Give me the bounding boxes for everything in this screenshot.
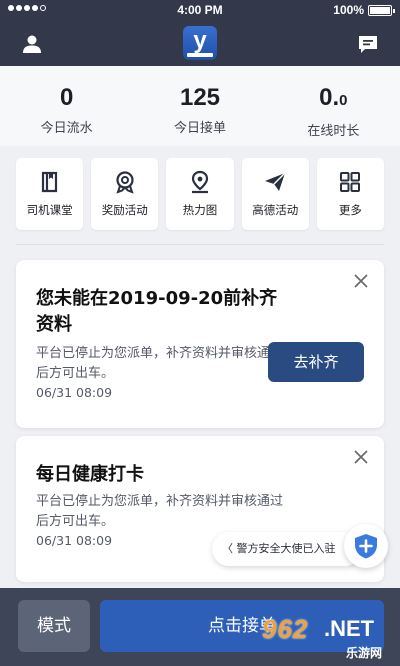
nav-row: y bbox=[0, 26, 400, 62]
complete-documents-button[interactable]: 去补齐 bbox=[268, 342, 364, 382]
stat-online-time[interactable]: 0.0 在线时长 bbox=[267, 66, 400, 146]
close-icon[interactable] bbox=[354, 274, 368, 288]
stat-value: 0 bbox=[59, 84, 74, 111]
stats-panel: 0 今日流水 125 今日接单 0.0 在线时长 bbox=[0, 66, 400, 146]
action-more[interactable]: 更多 bbox=[316, 158, 385, 230]
close-icon[interactable] bbox=[354, 450, 368, 464]
card-timestamp: 06/31 08:09 bbox=[36, 533, 113, 548]
stat-daily-orders[interactable]: 125 今日接单 bbox=[133, 66, 266, 146]
stat-value: 0. bbox=[319, 84, 340, 111]
paper-plane-icon bbox=[265, 172, 286, 191]
watermark-net: .NET bbox=[324, 616, 375, 641]
shield-icon bbox=[355, 534, 377, 559]
card-timestamp: 06/31 08:09 bbox=[36, 385, 113, 400]
location-pin-icon bbox=[191, 170, 209, 194]
status-bar: 4:00 PM 100% bbox=[0, 0, 400, 20]
top-header: 4:00 PM 100% y bbox=[0, 0, 400, 66]
stat-label: 今日接单 bbox=[173, 121, 226, 136]
action-rewards[interactable]: 奖励活动 bbox=[91, 158, 159, 230]
notice-card-documents: 您未能在2019-09-20前补齐资料 平台已停止为您派单，补齐资料并审核通过后… bbox=[16, 260, 384, 428]
message-icon[interactable] bbox=[356, 32, 380, 56]
stat-value: 125 bbox=[179, 84, 221, 111]
stat-value-decimal: 0 bbox=[339, 92, 348, 109]
action-driver-class[interactable]: 司机课堂 bbox=[16, 158, 84, 230]
action-label: 司机课堂 bbox=[26, 203, 73, 217]
watermark-site: 乐游网 bbox=[346, 646, 383, 660]
card-title: 每日健康打卡 bbox=[36, 464, 144, 485]
grid-icon bbox=[340, 172, 361, 192]
action-label: 热力图 bbox=[182, 203, 218, 217]
site-watermark: 962 .NET 乐游网 bbox=[262, 614, 394, 662]
action-label: 奖励活动 bbox=[101, 203, 148, 217]
stat-label: 今日流水 bbox=[40, 121, 93, 136]
card-title: 您未能在2019-09-20前补齐资料 bbox=[36, 288, 278, 335]
battery-icon bbox=[368, 5, 395, 16]
police-safety-chip[interactable]: 〈 警方安全大使已入驻 bbox=[212, 532, 362, 566]
watermark-number: 962 bbox=[262, 614, 309, 644]
action-heatmap[interactable]: 热力图 bbox=[166, 158, 234, 230]
quick-actions: 司机课堂 奖励活动 热力图 高德活动 更多 bbox=[16, 158, 385, 230]
app-logo: y bbox=[183, 26, 217, 60]
action-label: 高德活动 bbox=[252, 203, 299, 217]
card-description: 平台已停止为您派单，补齐资料并审核通过后方可出车。 bbox=[36, 494, 284, 529]
action-amap-events[interactable]: 高德活动 bbox=[241, 158, 309, 230]
mode-button[interactable]: 模式 bbox=[18, 600, 90, 652]
user-profile-icon[interactable] bbox=[20, 32, 44, 56]
app-logo-letter: y bbox=[193, 27, 207, 54]
police-shield-button[interactable] bbox=[344, 524, 388, 568]
action-label: 更多 bbox=[338, 203, 362, 217]
stat-label: 在线时长 bbox=[307, 124, 360, 139]
card-description: 平台已停止为您派单，补齐资料并审核通过后方可出车。 bbox=[36, 346, 284, 381]
medal-icon bbox=[116, 171, 134, 194]
divider bbox=[16, 244, 384, 245]
battery-percent: 100% bbox=[333, 3, 364, 17]
book-icon bbox=[41, 171, 57, 193]
stat-daily-income[interactable]: 0 今日流水 bbox=[0, 66, 133, 146]
